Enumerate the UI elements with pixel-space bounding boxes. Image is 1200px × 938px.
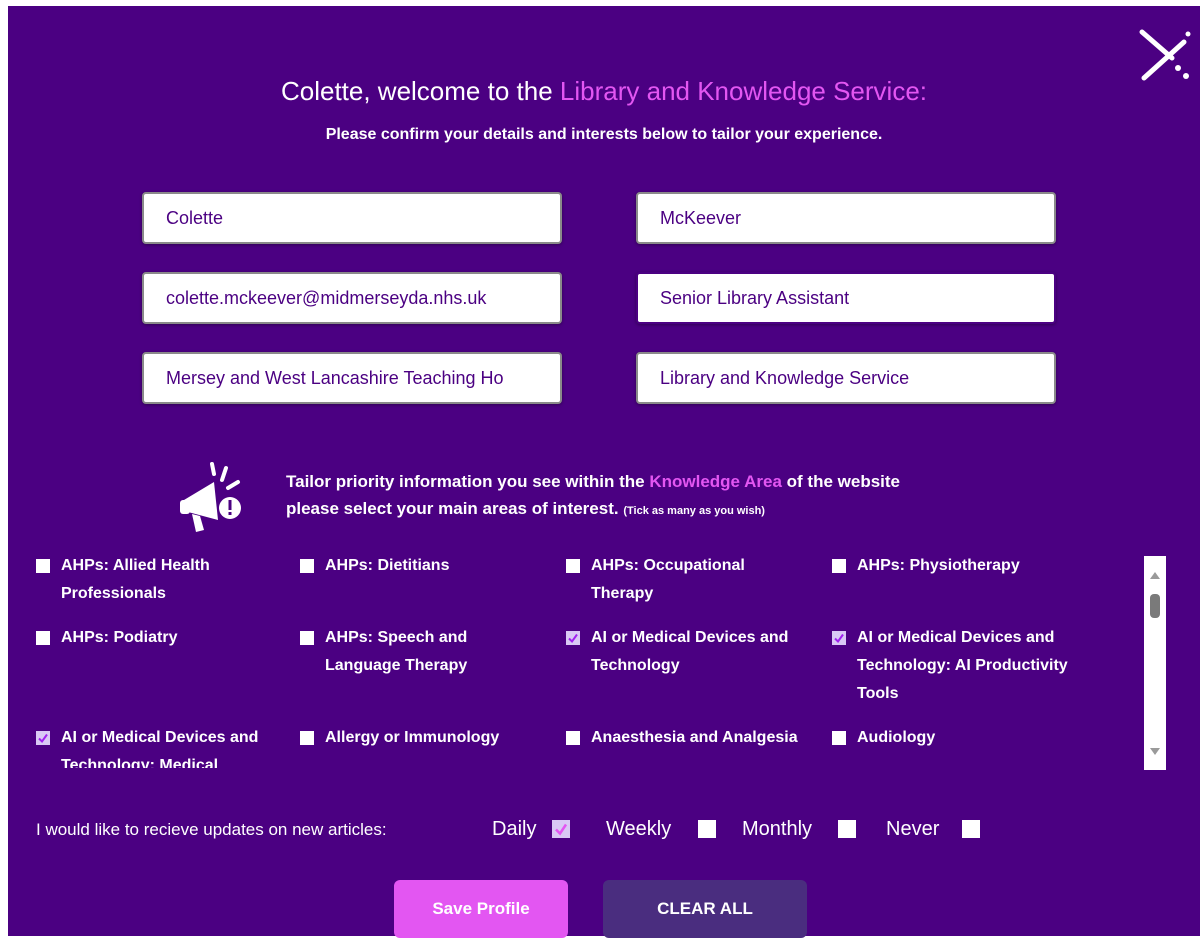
knowledge-area-link[interactable]: Knowledge Area <box>649 472 782 491</box>
interest-label: AHPs: Speech and Language Therapy <box>325 629 468 674</box>
interest-label: AHPs: Dietitians <box>325 557 450 574</box>
interest-label: AI or Medical Devices and Technology: Me… <box>61 729 259 768</box>
intro-line1-suffix: of the website <box>786 472 901 491</box>
interest-label: AHPs: Podiatry <box>61 629 178 646</box>
page-subtitle: Please confirm your details and interest… <box>325 126 883 143</box>
frequency-daily[interactable]: Daily <box>492 814 570 844</box>
page-title: Colette, welcome to the Library and Know… <box>8 76 1200 107</box>
first-name-field[interactable] <box>142 192 562 244</box>
interest-option[interactable]: AI or Medical Devices and Technology <box>566 624 828 680</box>
interest-option[interactable]: Audiology <box>832 724 1094 752</box>
interests-intro: Tailor priority information you see with… <box>286 468 1046 525</box>
save-profile-button[interactable]: Save Profile <box>394 880 568 938</box>
frequency-checkbox[interactable] <box>838 820 856 838</box>
frequency-label: Weekly <box>606 818 672 840</box>
frequency-checkbox[interactable] <box>552 820 570 838</box>
service-name: Library and Knowledge Service: <box>559 76 928 106</box>
interest-label: Audiology <box>857 729 936 746</box>
interest-checkbox[interactable] <box>566 631 580 645</box>
interest-checkbox[interactable] <box>832 631 846 645</box>
job-title-field[interactable] <box>636 272 1056 324</box>
profile-panel: Colette, welcome to the Library and Know… <box>8 6 1200 938</box>
frequency-label: Daily <box>492 818 537 840</box>
frequency-never[interactable]: Never <box>886 814 980 844</box>
scroll-thumb[interactable] <box>1150 594 1160 618</box>
interest-option[interactable]: AHPs: Speech and Language Therapy <box>300 624 520 680</box>
interest-checkbox[interactable] <box>36 731 50 745</box>
megaphone-icon <box>174 460 244 538</box>
interest-label: Allergy or Immunology <box>325 729 500 746</box>
intro-hint: (Tick as many as you wish) <box>623 505 765 517</box>
interest-label: AHPs: Physiotherapy <box>857 557 1020 574</box>
updates-label: I would like to recieve updates on new a… <box>36 820 387 839</box>
interest-label: AHPs: Occupational Therapy <box>591 557 745 602</box>
interest-option[interactable]: AHPs: Physiotherapy <box>832 552 1094 580</box>
interest-checkbox[interactable] <box>566 559 580 573</box>
interest-option[interactable]: Anaesthesia and Analgesia <box>566 724 828 752</box>
interests-list: AHPs: Allied Health Professionals AHPs: … <box>36 552 1140 768</box>
interest-label: AI or Medical Devices and Technology: AI… <box>857 629 1068 702</box>
scroll-down-icon[interactable] <box>1150 748 1160 755</box>
interest-option[interactable]: Allergy or Immunology <box>300 724 562 752</box>
interest-checkbox[interactable] <box>36 631 50 645</box>
interests-scrollbar[interactable] <box>1144 556 1166 770</box>
frequency-checkbox[interactable] <box>962 820 980 838</box>
interest-label: AI or Medical Devices and Technology <box>591 629 789 674</box>
interest-option[interactable]: AHPs: Allied Health Professionals <box>36 552 298 608</box>
interest-checkbox[interactable] <box>566 731 580 745</box>
interest-checkbox[interactable] <box>832 731 846 745</box>
interest-checkbox[interactable] <box>832 559 846 573</box>
scroll-up-icon[interactable] <box>1150 572 1160 579</box>
interest-option[interactable]: AHPs: Podiatry <box>36 624 298 652</box>
email-field[interactable] <box>142 272 562 324</box>
checkmark-icon <box>834 633 844 644</box>
frequency-checkbox[interactable] <box>698 820 716 838</box>
organisation-field[interactable] <box>142 352 562 404</box>
interest-option[interactable]: AI or Medical Devices and Technology: Me… <box>36 724 286 768</box>
interest-option[interactable]: AHPs: Occupational Therapy <box>566 552 806 608</box>
intro-line1-prefix: Tailor priority information you see with… <box>286 472 645 491</box>
frequency-weekly[interactable]: Weekly <box>606 814 716 844</box>
checkmark-icon <box>568 633 578 644</box>
checkmark-icon <box>38 733 48 744</box>
interest-checkbox[interactable] <box>300 559 314 573</box>
clear-all-button[interactable]: CLEAR ALL <box>603 880 807 938</box>
interest-label: Anaesthesia and Analgesia <box>591 729 798 746</box>
interest-checkbox[interactable] <box>36 559 50 573</box>
interest-option[interactable]: AI or Medical Devices and Technology: AI… <box>832 624 1094 708</box>
last-name-field[interactable] <box>636 192 1056 244</box>
interest-checkbox[interactable] <box>300 631 314 645</box>
frequency-label: Monthly <box>742 818 813 840</box>
checkmark-icon <box>555 823 568 836</box>
interest-checkbox[interactable] <box>300 731 314 745</box>
frequency-label: Never <box>886 818 940 840</box>
intro-line2: please select your main areas of interes… <box>286 499 619 518</box>
welcome-greeting: Colette, welcome to the <box>280 76 553 106</box>
interest-option[interactable]: AHPs: Dietitians <box>300 552 562 580</box>
frequency-monthly[interactable]: Monthly <box>742 814 856 844</box>
department-field[interactable] <box>636 352 1056 404</box>
interest-label: AHPs: Allied Health Professionals <box>61 557 210 602</box>
